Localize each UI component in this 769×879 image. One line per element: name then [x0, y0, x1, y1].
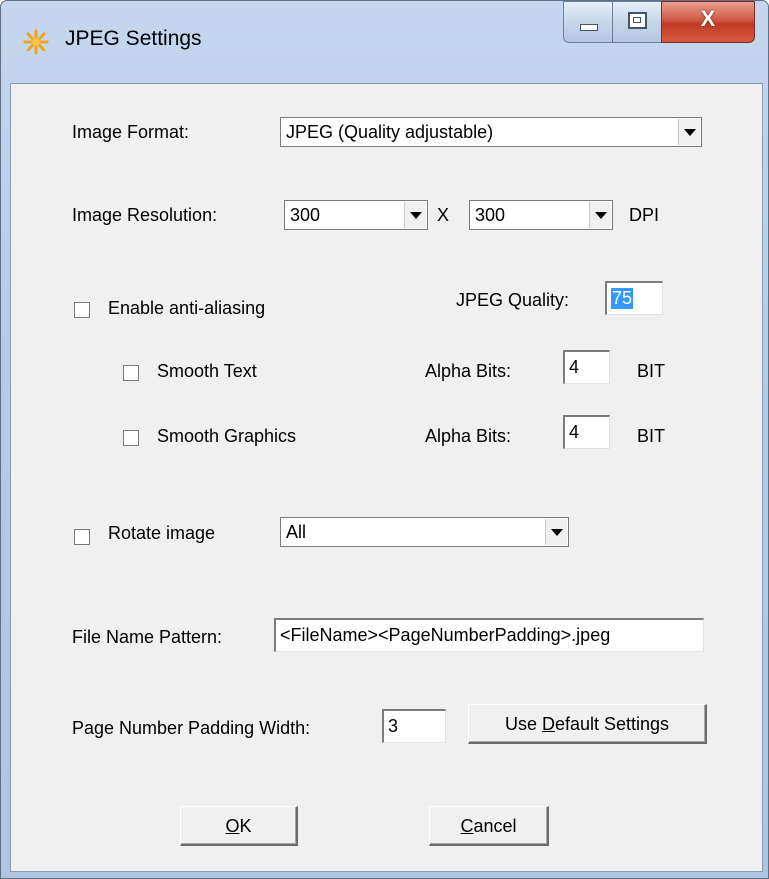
image-format-select[interactable]: JPEG (Quality adjustable): [280, 117, 702, 147]
rotate-value: All: [286, 522, 307, 542]
chevron-down-icon[interactable]: [678, 119, 700, 145]
rotate-select[interactable]: All: [280, 517, 569, 547]
file-name-pattern-input[interactable]: <FileName><PageNumberPadding>.jpeg: [274, 618, 704, 652]
smooth-text-label[interactable]: Smooth Text: [157, 361, 257, 382]
default-button-mnemonic: D: [541, 714, 555, 734]
smooth-graphics-alpha-label: Alpha Bits:: [425, 426, 512, 446]
close-button[interactable]: X: [661, 1, 755, 43]
resolution-y-select[interactable]: 300: [469, 200, 613, 230]
smooth-graphics-checkbox[interactable]: [123, 430, 139, 446]
sun-asterisk-icon: [23, 29, 49, 55]
file-name-pattern-value: <FileName><PageNumberPadding>.jpeg: [280, 625, 611, 645]
file-name-pattern-label: File Name Pattern:: [72, 627, 223, 647]
maximize-button[interactable]: [612, 1, 662, 43]
title-bar[interactable]: JPEG Settings X: [1, 1, 768, 83]
anti-aliasing-checkbox[interactable]: [74, 302, 90, 318]
smooth-text-alpha-input[interactable]: 4: [563, 350, 610, 384]
chevron-down-icon[interactable]: [404, 202, 426, 228]
jpeg-quality-label: JPEG Quality:: [456, 290, 570, 310]
smooth-graphics-label[interactable]: Smooth Graphics: [157, 426, 296, 447]
use-default-settings-button[interactable]: Use Default Settings: [468, 704, 707, 744]
default-button-rest: efault Settings: [554, 714, 670, 734]
resolution-separator: X: [437, 205, 450, 225]
padding-width-value: 3: [388, 716, 399, 736]
smooth-text-alpha-value: 4: [569, 357, 580, 377]
cancel-button-mnemonic: C: [460, 816, 474, 836]
ok-button-rest: K: [239, 816, 252, 836]
rotate-image-label[interactable]: Rotate image: [108, 523, 215, 544]
image-format-value: JPEG (Quality adjustable): [286, 122, 494, 142]
smooth-graphics-unit: BIT: [637, 426, 666, 446]
default-button-prefix: Use: [504, 714, 542, 734]
close-icon: X: [700, 6, 716, 31]
minimize-button[interactable]: [563, 1, 613, 43]
smooth-graphics-alpha-value: 4: [569, 422, 580, 442]
window-title: JPEG Settings: [65, 27, 202, 50]
jpeg-quality-value: 75: [611, 288, 634, 309]
smooth-graphics-alpha-input[interactable]: 4: [563, 415, 610, 449]
cancel-button-rest: ancel: [473, 816, 517, 836]
resolution-x-select[interactable]: 300: [284, 200, 428, 230]
rotate-image-checkbox[interactable]: [74, 529, 90, 545]
minimize-icon: [580, 24, 598, 31]
ok-button-mnemonic: O: [225, 816, 240, 836]
resolution-y-value: 300: [475, 205, 506, 225]
chevron-down-icon[interactable]: [545, 519, 567, 545]
padding-width-input[interactable]: 3: [382, 709, 446, 743]
smooth-text-unit: BIT: [637, 361, 666, 381]
jpeg-quality-input[interactable]: 75: [605, 281, 663, 315]
resolution-unit: DPI: [629, 205, 660, 225]
cancel-button[interactable]: Cancel: [429, 806, 549, 846]
maximize-icon: [628, 12, 647, 29]
resolution-x-value: 300: [290, 205, 321, 225]
anti-aliasing-label[interactable]: Enable anti-aliasing: [108, 298, 265, 319]
ok-button[interactable]: OK: [180, 806, 298, 846]
dialog-window: JPEG Settings X Image Format: JPEG (Qual…: [0, 0, 769, 879]
dialog-body: Image Format: JPEG (Quality adjustable) …: [10, 83, 763, 872]
image-format-label: Image Format:: [72, 122, 190, 142]
chevron-down-icon[interactable]: [589, 202, 611, 228]
image-resolution-label: Image Resolution:: [72, 205, 218, 225]
smooth-text-alpha-label: Alpha Bits:: [425, 361, 512, 381]
padding-width-label: Page Number Padding Width:: [72, 718, 311, 738]
smooth-text-checkbox[interactable]: [123, 365, 139, 381]
